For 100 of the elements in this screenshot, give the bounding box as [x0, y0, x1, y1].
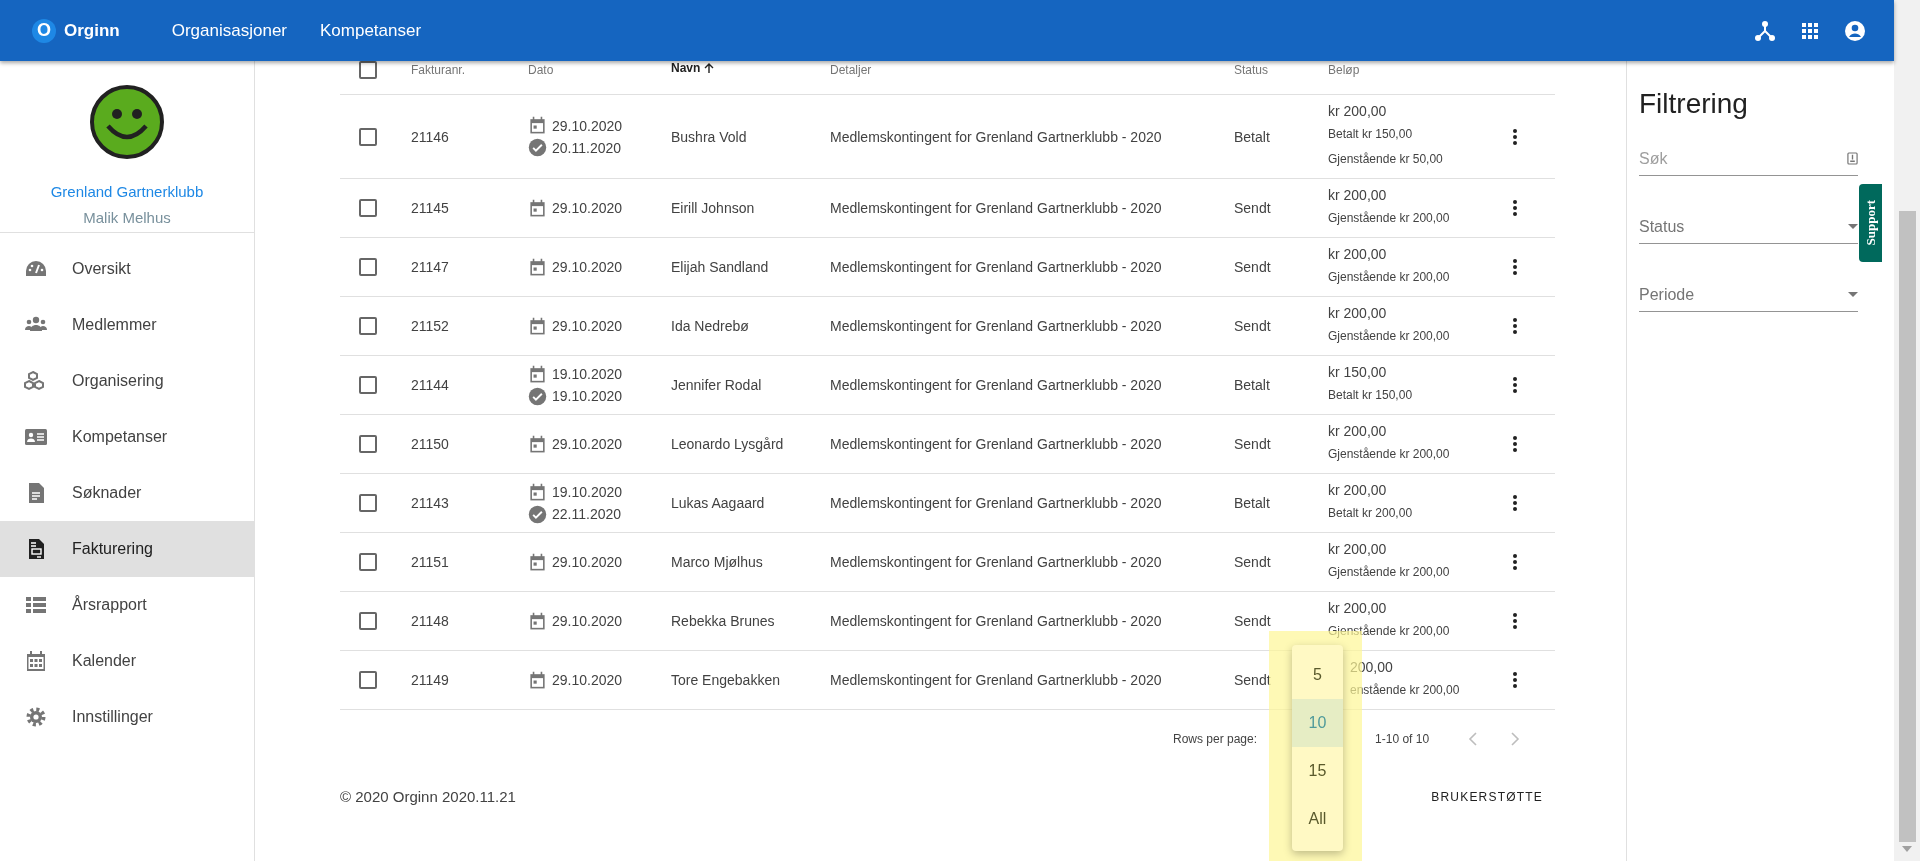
more-icon[interactable]: [1512, 127, 1518, 146]
menu-option[interactable]: All: [1292, 795, 1343, 843]
check-circle-icon: [528, 386, 547, 406]
column-header[interactable]: Navn: [671, 61, 830, 75]
sidebar-item[interactable]: Kompetanser: [0, 409, 254, 465]
sidebar-item[interactable]: Medlemmer: [0, 297, 254, 353]
table-cell: 21147: [411, 259, 449, 275]
menu-option[interactable]: 5: [1292, 651, 1343, 699]
checkbox[interactable]: [359, 671, 377, 689]
more-icon[interactable]: [1512, 435, 1518, 453]
calendar-icon: [528, 611, 547, 631]
sidebar-item[interactable]: Innstillinger: [0, 689, 254, 745]
menu-option[interactable]: 15: [1292, 747, 1343, 795]
date-text: 20.11.2020: [552, 139, 622, 156]
table-cell: 21148: [411, 613, 449, 629]
rows-per-page-label: Rows per page:: [1173, 732, 1258, 746]
support-tab[interactable]: Support: [1859, 184, 1882, 262]
table-cell: 21149: [411, 672, 449, 688]
sidebar-item[interactable]: Organisering: [0, 353, 254, 409]
table-cell: 21151: [411, 554, 449, 570]
date-text: 19.10.2020: [552, 366, 623, 382]
amount-text: kr 200,00: [1328, 422, 1387, 441]
checkbox[interactable]: [359, 612, 377, 630]
more-icon[interactable]: [1512, 553, 1518, 571]
sidebar-item[interactable]: Kalender: [0, 633, 254, 689]
table-cell: 21150: [411, 436, 449, 452]
dropdown-arrow-icon: [1848, 292, 1858, 297]
table-cell: Sendt: [1234, 200, 1271, 216]
nav-link[interactable]: Organisasjoner: [171, 20, 287, 41]
calendar-icon: [528, 482, 547, 502]
checkbox[interactable]: [359, 435, 377, 453]
checkbox[interactable]: [359, 553, 377, 571]
checkbox[interactable]: [359, 376, 377, 394]
account-icon[interactable]: [1843, 18, 1867, 43]
checkbox[interactable]: [359, 258, 377, 276]
table-cell: Medlemskontingent for Grenland Gartnerklubb - 2020: [830, 377, 1162, 393]
amount-detail: enstående kr 200,00: [1350, 682, 1460, 699]
app-name[interactable]: Orginn: [64, 20, 120, 41]
column-header[interactable]: Fakturanr.: [411, 61, 466, 79]
sort-arrow-icon: [703, 62, 716, 74]
calendar-icon: [24, 649, 48, 673]
table-cell: Betalt: [1234, 377, 1270, 393]
column-header[interactable]: Beløp: [1328, 61, 1360, 79]
amount-text: kr 200,00: [1328, 540, 1387, 559]
column-header[interactable]: Detaljer: [830, 61, 872, 79]
table-cell: Medlemskontingent for Grenland Gartnerklubb - 2020: [830, 672, 1162, 688]
table-cell: Sendt: [1234, 436, 1271, 452]
table-cell: Medlemskontingent for Grenland Gartnerklubb - 2020: [830, 495, 1162, 511]
select-field[interactable]: Status: [1639, 210, 1858, 244]
amount-detail: Gjenstående kr 200,00: [1328, 564, 1450, 581]
organization-name[interactable]: Grenland Gartnerklubb: [0, 183, 254, 200]
more-icon[interactable]: [1512, 671, 1518, 689]
more-icon[interactable]: [1512, 376, 1518, 394]
amount-detail: Betalt kr 150,00: [1328, 126, 1413, 143]
table-cell: 21152: [411, 318, 449, 334]
column-header[interactable]: Dato: [528, 61, 554, 79]
check-circle-icon: [528, 138, 547, 157]
panel-title: Filtrering: [1639, 88, 1749, 120]
table-cell: Ida Nedrebø: [671, 318, 749, 334]
table-cell: Medlemskontingent for Grenland Gartnerklubb - 2020: [830, 554, 1162, 570]
table-cell: 21143: [411, 495, 449, 511]
sidebar-item[interactable]: Fakturering: [0, 521, 254, 577]
date-text: 29.10.2020: [552, 554, 623, 570]
amount-detail: Gjenstående kr 200,00: [1328, 446, 1450, 463]
amount-detail: Gjenstående kr 200,00: [1328, 269, 1450, 286]
column-header[interactable]: Status: [1234, 61, 1269, 79]
checkbox[interactable]: [359, 127, 377, 146]
table-cell: Medlemskontingent for Grenland Gartnerklubb - 2020: [830, 200, 1162, 216]
amount-detail: Gjenstående kr 200,00: [1328, 210, 1450, 227]
support-link[interactable]: BRUKERSTØTTE: [1431, 789, 1543, 804]
more-icon[interactable]: [1512, 612, 1518, 630]
checkbox[interactable]: [359, 317, 377, 335]
date-text: 19.10.2020: [552, 388, 623, 404]
select-field[interactable]: Periode: [1639, 278, 1858, 312]
checkbox[interactable]: [359, 199, 377, 217]
amount-text: kr 200,00: [1328, 304, 1387, 323]
nav-link[interactable]: Kompetanser: [320, 20, 422, 41]
more-icon[interactable]: [1512, 199, 1518, 217]
table-cell: Betalt: [1234, 128, 1270, 145]
scrollbar[interactable]: [1894, 0, 1920, 861]
more-icon[interactable]: [1512, 317, 1518, 335]
table-cell: Marco Mjølhus: [671, 554, 763, 570]
sidebar-item[interactable]: Årsrapport: [0, 577, 254, 633]
amount-text: kr 200,00: [1328, 186, 1387, 205]
sidebar-item[interactable]: Oversikt: [0, 241, 254, 297]
settings-icon: [24, 705, 48, 729]
calendar-icon: [528, 552, 547, 572]
hub-icon[interactable]: [1753, 18, 1777, 43]
logo-icon[interactable]: O: [32, 18, 56, 43]
calendar-icon: [528, 364, 547, 384]
table-cell: Medlemskontingent for Grenland Gartnerklubb - 2020: [830, 613, 1162, 629]
checkbox[interactable]: [359, 61, 377, 79]
more-icon[interactable]: [1512, 494, 1518, 512]
calendar-icon: [528, 434, 547, 454]
sidebar-item[interactable]: Søknader: [0, 465, 254, 521]
checkbox[interactable]: [359, 494, 377, 512]
more-icon[interactable]: [1512, 258, 1518, 276]
date-text: 29.10.2020: [552, 259, 623, 275]
date-text: 29.10.2020: [552, 613, 623, 629]
amount-text: kr 200,00: [1328, 245, 1387, 264]
